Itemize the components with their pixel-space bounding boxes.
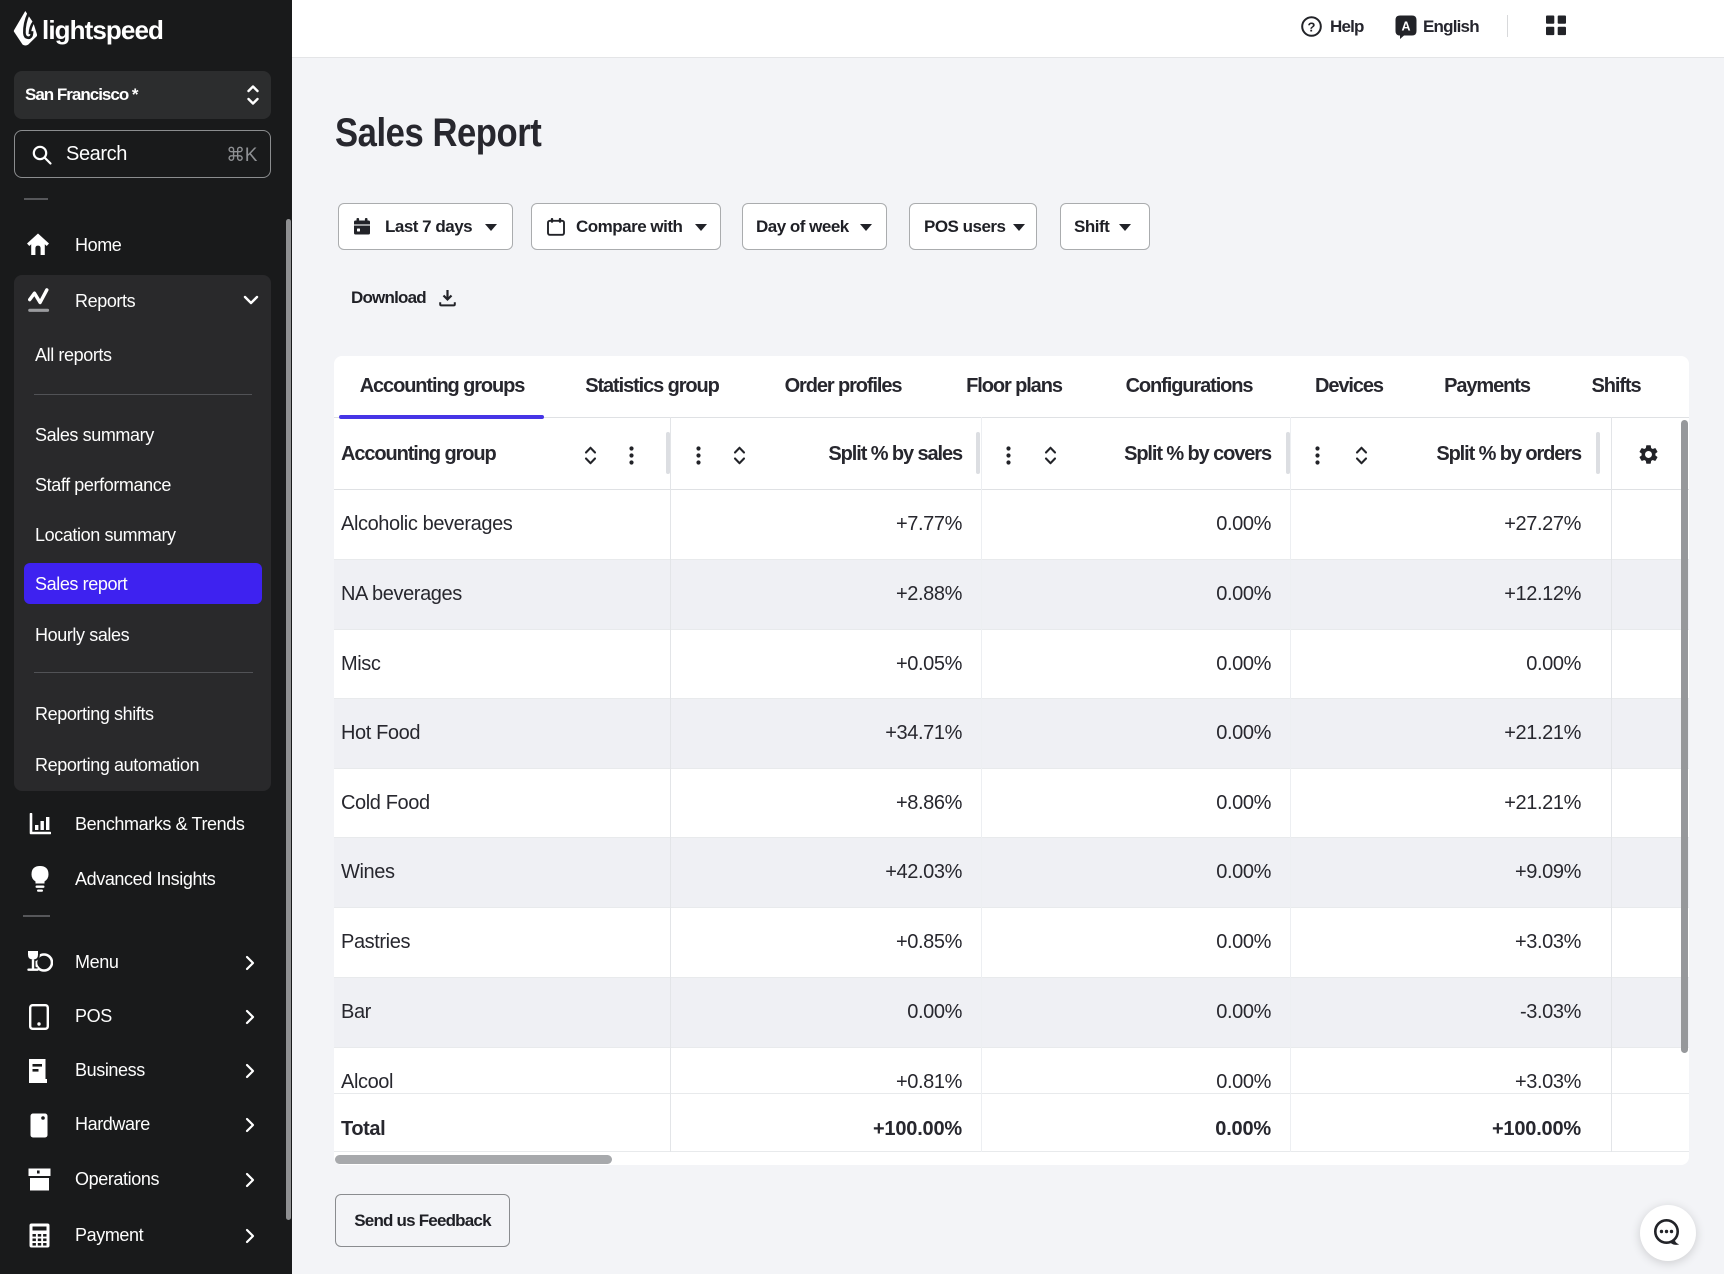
svg-text:A: A [1401, 19, 1410, 33]
svg-text:?: ? [1308, 19, 1316, 34]
